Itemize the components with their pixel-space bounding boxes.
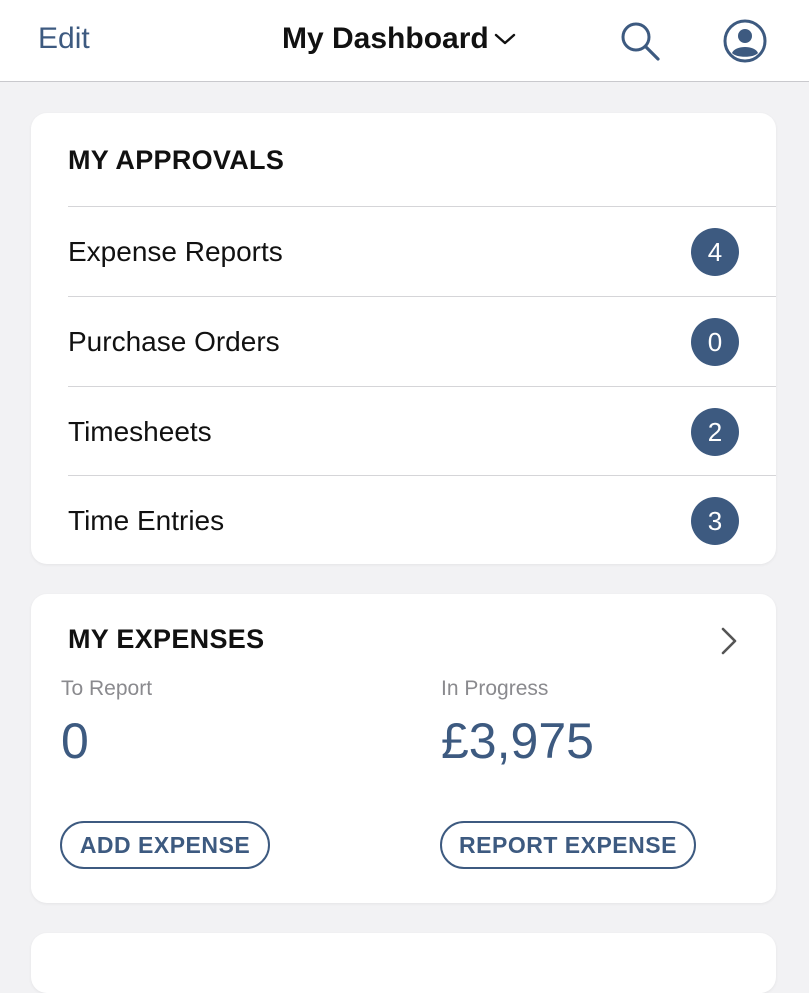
report-expense-button[interactable]: REPORT EXPENSE (440, 821, 696, 869)
approval-label: Time Entries (68, 505, 225, 536)
approval-row-time-entries[interactable]: Time Entries 3 (68, 475, 776, 564)
my-approvals-card: MY APPROVALS Expense Reports 4 Purchase … (31, 113, 776, 564)
approval-row-purchase-orders[interactable]: Purchase Orders 0 (68, 296, 776, 386)
count-badge: 2 (691, 408, 739, 456)
add-expense-button[interactable]: ADD EXPENSE (60, 821, 270, 869)
count-badge: 3 (691, 497, 739, 545)
account-icon[interactable] (722, 18, 768, 64)
next-card (31, 933, 776, 993)
expenses-title: MY EXPENSES (68, 624, 265, 654)
to-report-label: To Report (61, 677, 153, 700)
approval-row-timesheets[interactable]: Timesheets 2 (68, 386, 776, 476)
approval-row-expense-reports[interactable]: Expense Reports 4 (68, 206, 776, 296)
in-progress-value: £3,975 (441, 713, 594, 769)
in-progress-label: In Progress (441, 677, 549, 700)
chevron-down-icon (494, 33, 515, 45)
dashboard-selector[interactable]: My Dashboard (282, 22, 517, 56)
count-badge: 0 (691, 318, 739, 366)
approval-label: Timesheets (68, 416, 212, 447)
count-badge: 4 (691, 228, 739, 276)
top-navigation-bar: Edit My Dashboard (0, 0, 809, 82)
page-title: My Dashboard (282, 22, 489, 55)
to-report-value: 0 (61, 713, 89, 769)
approvals-title: MY APPROVALS (68, 145, 285, 175)
search-icon[interactable] (619, 20, 661, 62)
edit-button[interactable]: Edit (38, 22, 90, 56)
approval-label: Purchase Orders (68, 326, 280, 357)
approval-label: Expense Reports (68, 236, 283, 267)
my-expenses-card: MY EXPENSES To Report 0 In Progress £3,9… (31, 594, 776, 903)
chevron-right-icon[interactable] (718, 626, 740, 656)
